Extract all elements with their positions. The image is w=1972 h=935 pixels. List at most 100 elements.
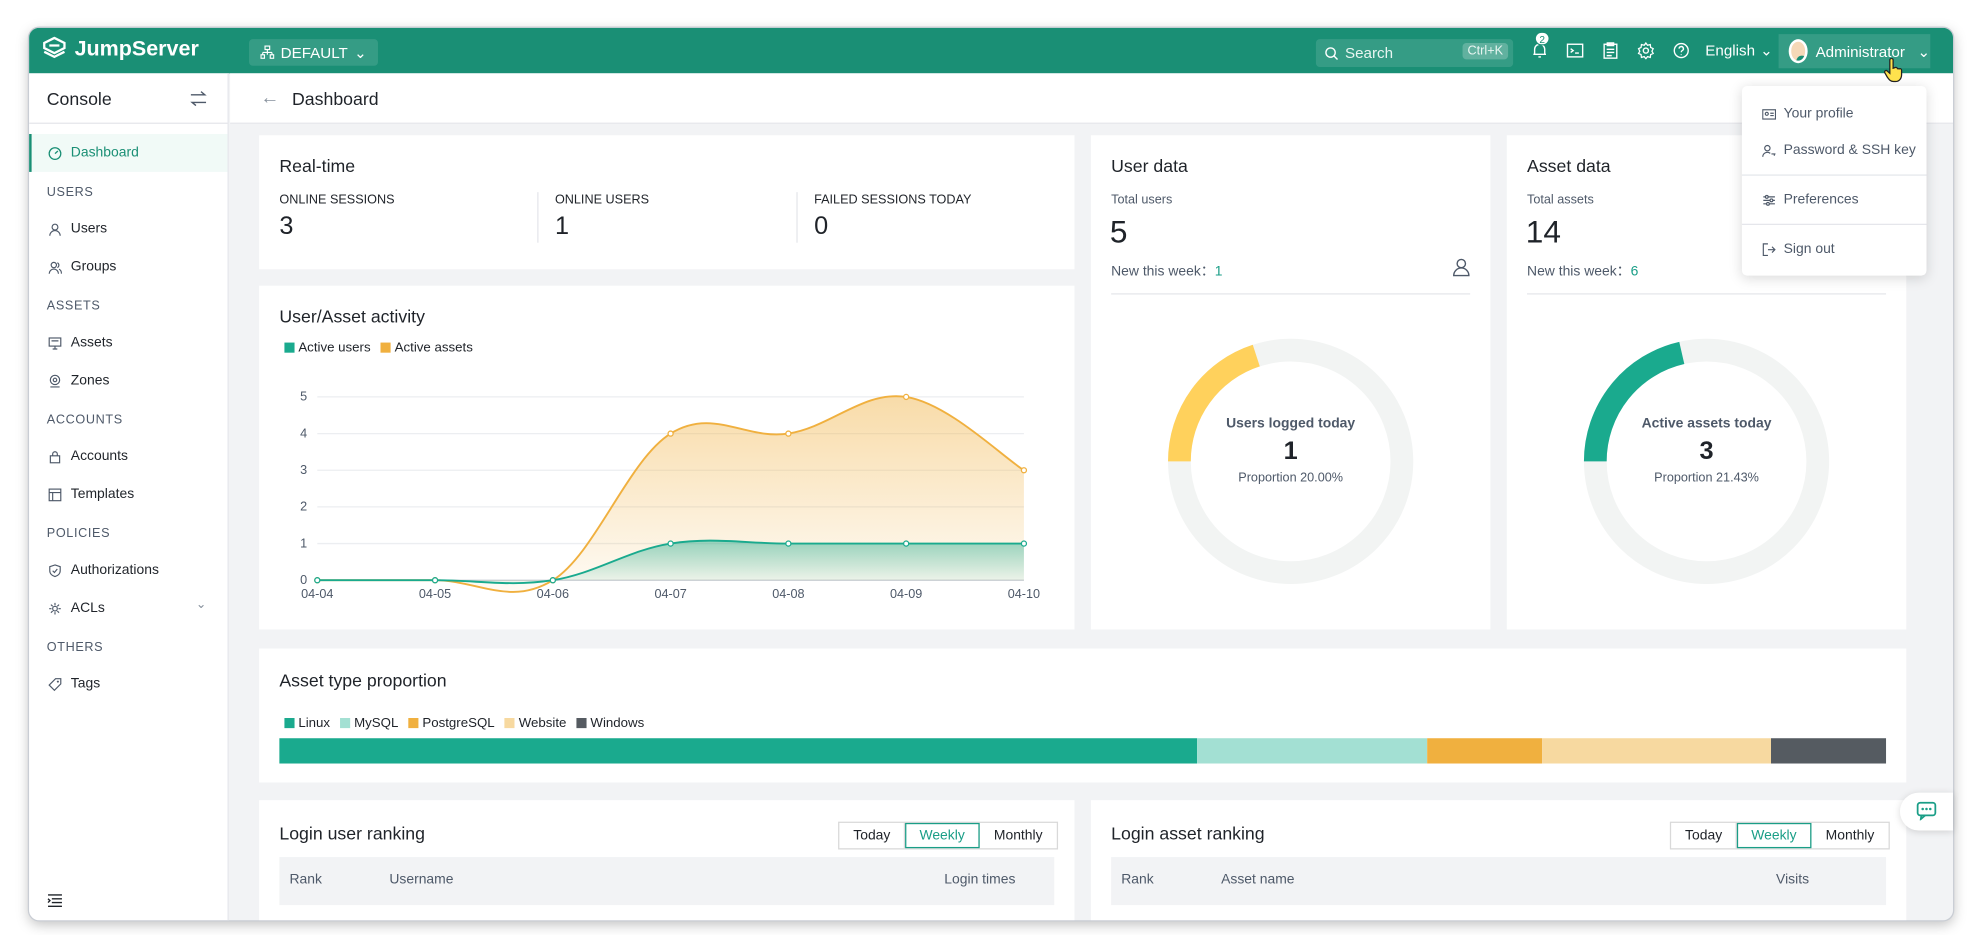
sidebar-item-users[interactable]: Users: [29, 210, 227, 248]
menu-item-password[interactable]: Password & SSH key: [1762, 143, 1916, 158]
col-visits[interactable]: Visits: [1776, 872, 1809, 887]
sidebar-item-zones[interactable]: Zones: [29, 362, 227, 400]
sidebar-group-others: OTHERS: [46, 640, 104, 655]
sidebar-item-label: Assets: [70, 334, 113, 351]
data-point[interactable]: [549, 577, 556, 584]
back-arrow-icon[interactable]: ←: [260, 87, 279, 108]
sign-out-icon: [1762, 242, 1776, 256]
sidebar-item-accounts[interactable]: Accounts: [29, 437, 227, 475]
legend-website[interactable]: Website: [504, 715, 566, 731]
chevron-down-icon: ⌄: [1917, 42, 1931, 61]
sidebar-item-label: Zones: [70, 372, 110, 389]
gear-icon[interactable]: [1637, 41, 1655, 60]
user-menu-trigger[interactable]: Administrator ⌄: [1778, 34, 1931, 69]
donut-center: Users logged today 1 Proportion 20.00%: [1164, 416, 1417, 486]
menu-item-label: Password & SSH key: [1783, 142, 1916, 159]
data-point[interactable]: [667, 430, 674, 437]
menu-item-signout[interactable]: Sign out: [1762, 241, 1835, 257]
y-tick-label: 0: [300, 573, 307, 587]
data-point[interactable]: [431, 577, 439, 584]
data-point[interactable]: [785, 540, 792, 547]
user-group-icon: [48, 261, 62, 274]
sidebar-item-dashboard[interactable]: Dashboard: [29, 133, 228, 172]
menu-item-label: Your profile: [1783, 106, 1854, 122]
terminal-icon[interactable]: [1566, 42, 1584, 60]
data-point[interactable]: [785, 430, 792, 437]
col-rank[interactable]: Rank: [1121, 872, 1153, 887]
sidebar-group-users: USERS: [46, 185, 94, 200]
search-box[interactable]: Search Ctrl+K: [1315, 39, 1514, 67]
new-assets-week: New this week：6: [1527, 260, 1638, 280]
series-area-users: [317, 540, 1024, 584]
sidebar-group-assets: ASSETS: [46, 299, 101, 314]
y-tick-label: 3: [300, 463, 307, 477]
bar-segment-website[interactable]: [1541, 738, 1772, 764]
legend-label: PostgreSQL: [422, 715, 495, 731]
donut-value: 1: [1283, 437, 1298, 466]
new-week-label: New this week：: [1527, 264, 1631, 280]
data-point[interactable]: [902, 540, 910, 547]
clipboard-icon[interactable]: [1602, 42, 1620, 60]
bar-segment-postgresql[interactable]: [1426, 738, 1542, 764]
legend-mysql[interactable]: MySQL: [340, 715, 398, 731]
col-username[interactable]: Username: [389, 872, 453, 887]
app-logo[interactable]: JumpServer: [42, 36, 199, 62]
shield-icon: [49, 563, 61, 577]
sidebar-item-templates[interactable]: Templates: [29, 475, 227, 513]
col-asset-name[interactable]: Asset name: [1221, 872, 1294, 887]
col-rank[interactable]: Rank: [289, 872, 321, 887]
search-icon: [1325, 46, 1339, 60]
bar-segment-mysql[interactable]: [1197, 738, 1427, 764]
asset-type-legend: Linux MySQL PostgreSQL Website Windows: [284, 715, 644, 731]
org-name: DEFAULT: [280, 43, 348, 62]
sidebar-item-label: Tags: [70, 676, 101, 692]
sidebar-item-tags[interactable]: Tags: [29, 665, 227, 703]
sidebar-group-accounts: ACCOUNTS: [46, 413, 123, 428]
data-point[interactable]: [902, 393, 910, 401]
tab-today[interactable]: Today: [839, 822, 906, 849]
tab-monthly[interactable]: Monthly: [980, 823, 1057, 848]
divider: [1111, 293, 1471, 295]
zone-icon: [49, 374, 61, 387]
data-point[interactable]: [1020, 467, 1028, 474]
page-title: Dashboard: [292, 87, 379, 109]
tab-weekly[interactable]: Weekly: [905, 822, 980, 849]
legend-windows[interactable]: Windows: [576, 715, 644, 731]
tab-monthly[interactable]: Monthly: [1812, 823, 1889, 848]
sidebar-item-authorizations[interactable]: Authorizations: [29, 551, 227, 589]
sidebar-item-acls[interactable]: ACLs ⌄: [29, 589, 227, 627]
org-selector[interactable]: DEFAULT ⌄: [249, 39, 379, 66]
divider: [1741, 223, 1927, 226]
data-point[interactable]: [314, 577, 321, 584]
kpi-label: ONLINE SESSIONS: [279, 193, 395, 208]
language-selector[interactable]: English ⌄: [1705, 42, 1773, 60]
col-login-times[interactable]: Login times: [944, 872, 1015, 887]
tab-today[interactable]: Today: [1671, 822, 1738, 849]
user-dropdown-menu: Your profile Password & SSH key Preferen…: [1741, 85, 1927, 276]
table-header: Rank Asset name Visits: [1111, 857, 1887, 906]
asset-type-bar: [279, 738, 1886, 764]
sidebar-item-label: ACLs: [70, 600, 105, 616]
hand-cursor-icon: [1883, 58, 1903, 83]
help-icon[interactable]: [1672, 42, 1690, 60]
legend-postgresql[interactable]: PostgreSQL: [408, 715, 495, 731]
menu-item-profile[interactable]: Your profile: [1762, 106, 1853, 121]
collapse-sidebar-icon[interactable]: [47, 894, 63, 908]
legend-linux[interactable]: Linux: [284, 715, 330, 731]
top-bar: JumpServer DEFAULT ⌄ Search Ctrl+K 2 Eng…: [29, 27, 1954, 74]
bar-segment-linux[interactable]: [279, 738, 1198, 764]
chat-assistant-button[interactable]: [1899, 792, 1954, 831]
bar-segment-windows[interactable]: [1771, 738, 1886, 764]
sidebar-item-groups[interactable]: Groups: [29, 248, 227, 286]
data-point[interactable]: [1020, 540, 1028, 547]
sidebar-item-assets[interactable]: Assets: [29, 324, 227, 362]
sidebar-header: Console: [29, 73, 228, 124]
sidebar-item-label: Groups: [70, 259, 117, 275]
menu-item-preferences[interactable]: Preferences: [1762, 192, 1859, 207]
switch-view-icon[interactable]: [190, 90, 208, 106]
tab-weekly[interactable]: Weekly: [1737, 822, 1812, 849]
org-icon: [260, 45, 275, 59]
kpi-online-sessions: ONLINE SESSIONS 3: [279, 193, 394, 241]
kpi-failed-sessions: FAILED SESSIONS TODAY 0: [814, 193, 971, 241]
data-point[interactable]: [667, 540, 674, 547]
